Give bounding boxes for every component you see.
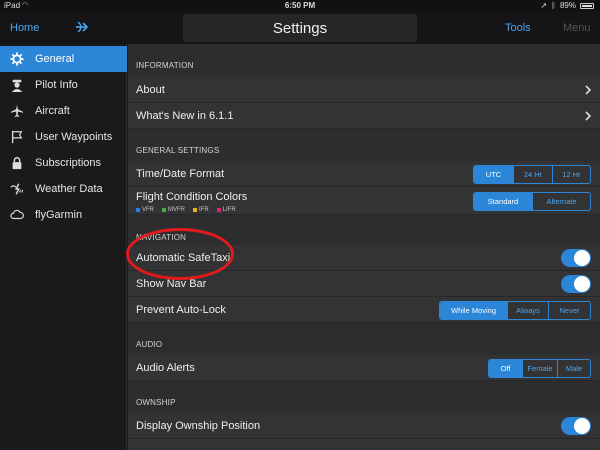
clock: 6:50 PM bbox=[284, 1, 316, 10]
toggle-knob bbox=[574, 276, 590, 292]
audio-alerts-row: Audio Alerts Off Female Male bbox=[128, 355, 600, 381]
toggle-knob bbox=[574, 418, 590, 434]
sidebar-item-aircraft[interactable]: Aircraft bbox=[0, 98, 127, 124]
page-title: Settings bbox=[272, 20, 328, 37]
about-row[interactable]: About bbox=[128, 77, 600, 103]
auto-lock-always[interactable]: Always bbox=[507, 302, 548, 319]
show-nav-bar-row: Show Nav Bar bbox=[128, 271, 600, 297]
nav-bar: Home Settings Tools Menu bbox=[0, 12, 600, 44]
auto-lock-never[interactable]: Never bbox=[548, 302, 590, 319]
time-date-format-row: Time/Date Format UTC 24 Hr 12 Hr bbox=[128, 161, 600, 187]
automatic-safetaxi-label: Automatic SafeTaxi bbox=[136, 252, 231, 264]
weather-icon bbox=[9, 181, 25, 197]
partial-row bbox=[128, 439, 600, 450]
section-header-information: INFORMATION bbox=[136, 61, 194, 70]
time-format-24hr[interactable]: 24 Hr bbox=[513, 166, 552, 183]
display-ownship-position-label: Display Ownship Position bbox=[136, 420, 261, 432]
cloud-icon bbox=[9, 207, 25, 223]
flag-icon bbox=[9, 129, 25, 145]
sidebar-item-label: Weather Data bbox=[35, 183, 103, 195]
sidebar-item-label: General bbox=[35, 53, 75, 65]
automatic-safetaxi-row: Automatic SafeTaxi bbox=[128, 245, 600, 271]
home-button[interactable]: Home bbox=[10, 22, 39, 34]
legend-ifr: IFR bbox=[193, 207, 209, 213]
airplane-icon bbox=[9, 103, 25, 119]
legend-mvfr: MVFR bbox=[162, 207, 185, 213]
toggle-knob bbox=[574, 250, 590, 266]
time-date-format-label: Time/Date Format bbox=[136, 168, 225, 180]
prevent-auto-lock-label: Prevent Auto-Lock bbox=[136, 304, 226, 316]
location-icon: ➚ bbox=[540, 1, 548, 10]
auto-lock-while-moving[interactable]: While Moving bbox=[440, 302, 507, 319]
automatic-safetaxi-toggle[interactable] bbox=[561, 249, 591, 267]
audio-alerts-segmented-control: Off Female Male bbox=[488, 359, 591, 378]
whats-new-label: What's New in 6.1.1 bbox=[136, 110, 234, 122]
battery-percent: 89% bbox=[559, 1, 576, 10]
flight-colors-alternate[interactable]: Alternate bbox=[532, 193, 590, 210]
chevron-right-icon bbox=[585, 111, 592, 121]
chevron-right-icon bbox=[585, 85, 592, 95]
pilot-icon bbox=[9, 77, 25, 93]
flight-condition-colors-label: Flight Condition Colors bbox=[136, 191, 248, 203]
display-ownship-position-toggle[interactable] bbox=[561, 417, 591, 435]
sidebar-item-general[interactable]: General bbox=[0, 46, 127, 72]
audio-alerts-female[interactable]: Female bbox=[522, 360, 557, 377]
sidebar-item-flygarmin[interactable]: flyGarmin bbox=[0, 202, 127, 228]
audio-alerts-label: Audio Alerts bbox=[136, 362, 195, 374]
flight-colors-standard[interactable]: Standard bbox=[474, 193, 532, 210]
flight-colors-segmented-control: Standard Alternate bbox=[473, 192, 591, 211]
legend-lifr: LIFR bbox=[216, 207, 236, 213]
sidebar-item-label: Subscriptions bbox=[35, 157, 102, 169]
sidebar-item-weather-data[interactable]: Weather Data bbox=[0, 176, 127, 202]
sidebar-item-subscriptions[interactable]: Subscriptions bbox=[0, 150, 127, 176]
section-header-audio: AUDIO bbox=[136, 340, 163, 349]
tools-button[interactable]: Tools bbox=[505, 22, 531, 34]
flight-condition-legend: VFR MVFR IFR LIFR bbox=[136, 207, 236, 213]
section-header-ownship: OWNSHIP bbox=[136, 398, 176, 407]
time-format-segmented-control: UTC 24 Hr 12 Hr bbox=[473, 165, 591, 184]
bluetooth-icon: ᛒ bbox=[551, 1, 556, 10]
time-format-12hr[interactable]: 12 Hr bbox=[552, 166, 590, 183]
status-bar: iPad ◠ 6:50 PM ➚ ᛒ 89% bbox=[0, 0, 600, 12]
sidebar-item-label: Aircraft bbox=[35, 105, 70, 117]
audio-alerts-male[interactable]: Male bbox=[557, 360, 590, 377]
sidebar-item-label: User Waypoints bbox=[35, 131, 113, 143]
show-nav-bar-toggle[interactable] bbox=[561, 275, 591, 293]
audio-alerts-off[interactable]: Off bbox=[489, 360, 522, 377]
prevent-auto-lock-row: Prevent Auto-Lock While Moving Always Ne… bbox=[128, 297, 600, 323]
display-ownship-position-row: Display Ownship Position bbox=[128, 413, 600, 439]
whats-new-row[interactable]: What's New in 6.1.1 bbox=[128, 103, 600, 129]
legend-vfr: VFR bbox=[136, 207, 154, 213]
sidebar: General Pilot Info Aircraft User Waypoin… bbox=[0, 44, 127, 450]
gear-icon bbox=[9, 51, 25, 67]
lock-icon bbox=[9, 155, 25, 171]
section-header-navigation: NAVIGATION bbox=[136, 233, 187, 242]
show-nav-bar-label: Show Nav Bar bbox=[136, 278, 207, 290]
about-label: About bbox=[136, 84, 165, 96]
flight-condition-colors-row: Flight Condition Colors VFR MVFR IFR LIF… bbox=[128, 187, 600, 215]
direct-to-icon[interactable] bbox=[74, 19, 90, 35]
sidebar-item-label: flyGarmin bbox=[35, 209, 83, 221]
auto-lock-segmented-control: While Moving Always Never bbox=[439, 301, 591, 320]
section-header-general-settings: GENERAL SETTINGS bbox=[136, 146, 220, 155]
menu-button[interactable]: Menu bbox=[563, 22, 591, 34]
sidebar-item-user-waypoints[interactable]: User Waypoints bbox=[0, 124, 127, 150]
sidebar-item-label: Pilot Info bbox=[35, 79, 78, 91]
settings-content: INFORMATION About What's New in 6.1.1 GE… bbox=[128, 44, 600, 450]
battery-icon bbox=[580, 2, 594, 9]
sidebar-item-pilot-info[interactable]: Pilot Info bbox=[0, 72, 127, 98]
time-format-utc[interactable]: UTC bbox=[474, 166, 513, 183]
